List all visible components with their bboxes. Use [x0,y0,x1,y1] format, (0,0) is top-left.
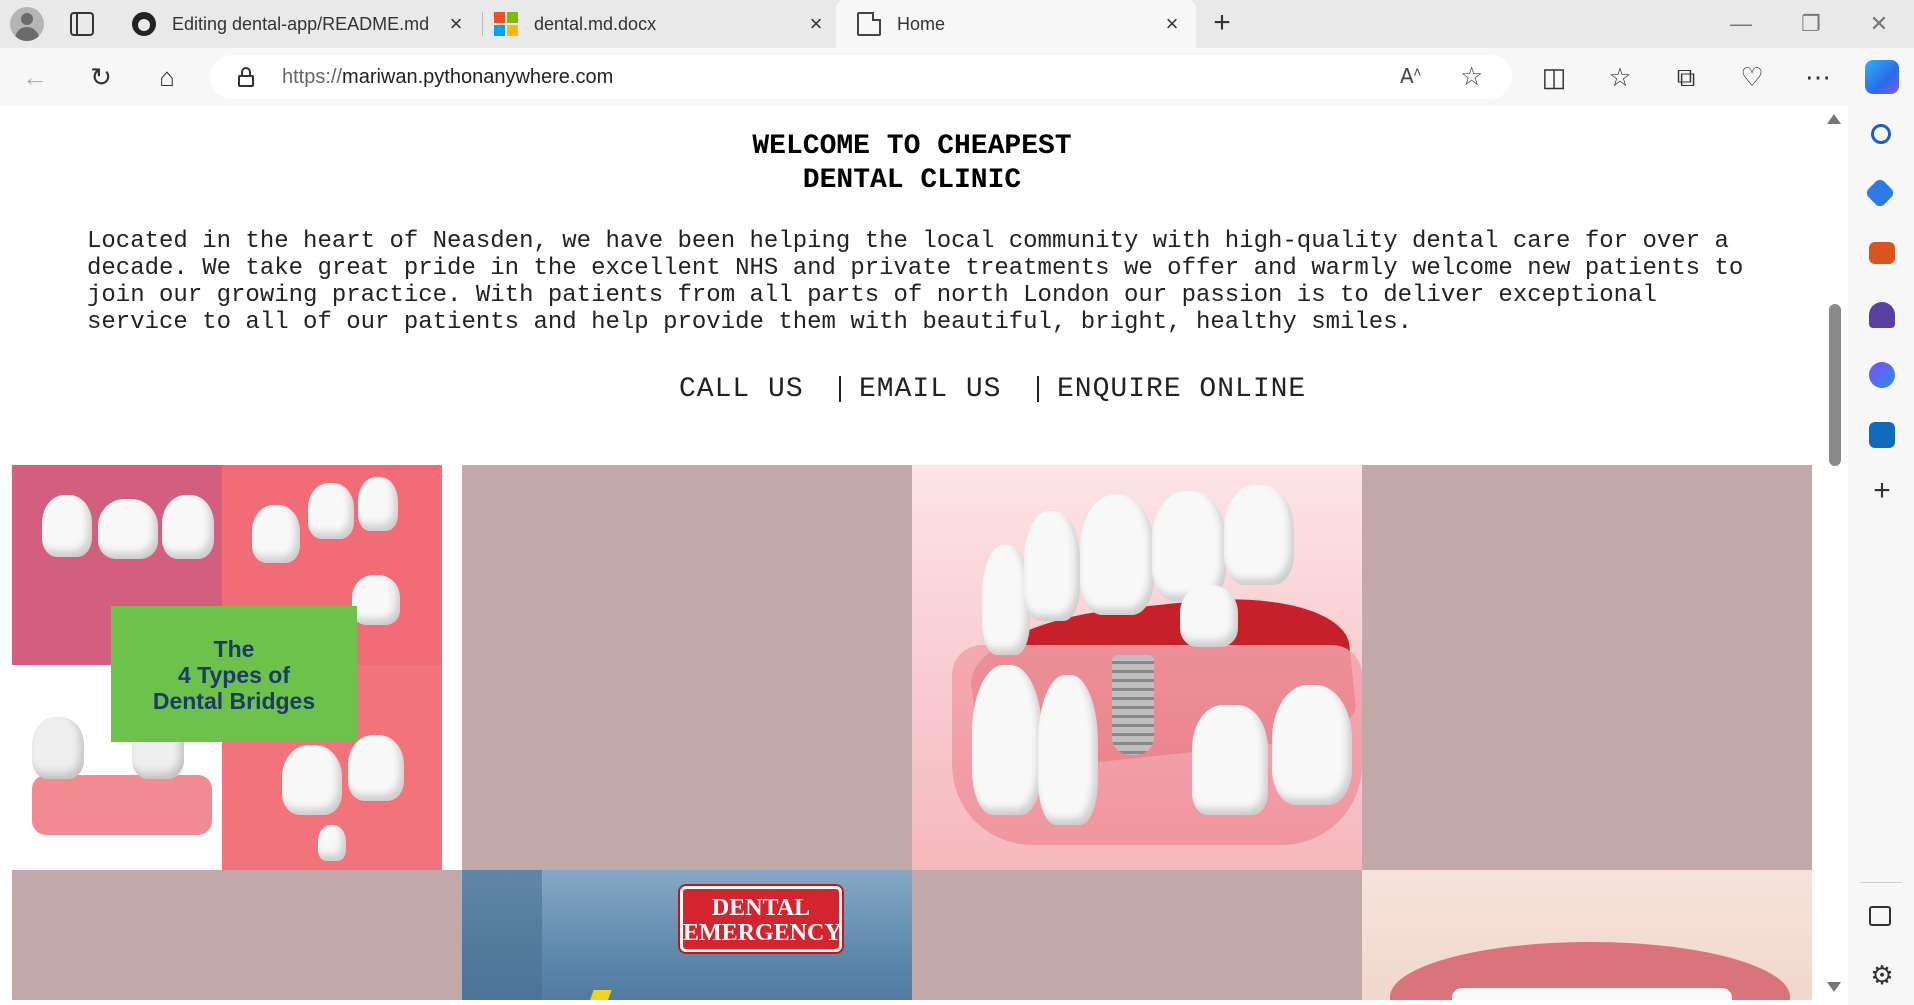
tab-title: Editing dental-app/README.md [172,13,430,34]
browser-toolbar: ← ↻ ⌂ https://mariwan.pythonanywhere.com… [0,48,1914,106]
email-us-link[interactable]: EMAIL US [859,374,1001,405]
gallery-placeholder-tile [12,870,462,1000]
close-icon[interactable]: × [446,13,466,35]
tab-title: dental.md.docx [534,13,657,34]
link-divider [839,376,841,402]
browser-essentials-icon[interactable]: ♡ [1737,62,1767,92]
lock-icon[interactable] [238,67,254,87]
tab-strip: Editing dental-app/README.md × dental.md… [0,0,1914,48]
split-screen-icon[interactable]: ◫ [1539,62,1569,92]
gallery-placeholder-tile [912,870,1362,1000]
teeth-shape [1452,988,1732,1000]
tab-actions-icon[interactable] [70,12,94,36]
scroll-up-arrow-icon[interactable] [1827,114,1841,124]
close-window-icon[interactable]: ✕ [1856,8,1902,40]
page-title-line-1: WELCOME TO CHEAPEST [752,131,1072,162]
sidebar-toggle-icon[interactable] [1869,906,1891,926]
bridges-label-line: The [213,636,255,662]
gallery-placeholder-tile [1362,465,1812,870]
dental-implant-image[interactable] [912,465,1362,870]
bridges-label-line: Dental Bridges [152,688,316,714]
profile-avatar-icon[interactable] [10,7,44,41]
call-us-link[interactable]: CALL US [679,374,804,405]
gallery-grid: The 4 Types of Dental Bridges DENTAL EME… [12,465,1813,1000]
outlook-icon[interactable] [1869,422,1895,448]
tab-readme[interactable]: Editing dental-app/README.md × [132,0,482,48]
address-bar[interactable]: https://mariwan.pythonanywhere.com Aʌ ☆ [210,55,1512,99]
link-divider [1037,376,1039,402]
intro-paragraph: Located in the heart of Neasden, we have… [87,228,1744,336]
new-tab-plus-icon[interactable]: + [1208,8,1236,38]
bridges-label-line: 4 Types of [177,662,291,688]
dental-emergency-sign: DENTAL EMERGENCY [680,886,842,952]
add-plus-icon[interactable]: + [1869,476,1895,506]
scrollbar-thumb[interactable] [1829,304,1841,466]
emergency-label-line: EMERGENCY [683,920,842,946]
page-scrollbar[interactable] [1820,106,1848,1000]
home-icon[interactable]: ⌂ [152,62,182,92]
games-icon[interactable] [1869,302,1895,328]
back-arrow-icon[interactable]: ← [20,62,50,92]
close-icon[interactable]: × [1162,13,1182,35]
minimize-icon[interactable]: — [1718,8,1764,40]
copilot-icon[interactable] [1865,60,1899,94]
favorites-icon[interactable]: ☆ [1605,62,1635,92]
smile-lips-image[interactable] [1362,870,1812,1000]
settings-gear-icon[interactable]: ⚙ [1869,962,1895,988]
edge-sidebar: + ⚙ [1848,106,1914,1005]
dental-bridges-image[interactable]: The 4 Types of Dental Bridges [12,465,462,870]
page-icon [857,12,881,36]
tab-dental-docx[interactable]: dental.md.docx × [494,0,834,48]
microsoft-icon [494,12,518,36]
page-title: WELCOME TO CHEAPEST DENTAL CLINIC [0,130,1820,198]
shopping-tag-icon[interactable] [1864,177,1896,209]
favorite-star-icon[interactable]: ☆ [1460,61,1483,92]
enquire-online-link[interactable]: ENQUIRE ONLINE [1057,374,1306,405]
url-text[interactable]: https://mariwan.pythonanywhere.com [282,55,613,99]
gallery-placeholder-tile [462,465,912,870]
tab-home[interactable]: Home × [836,0,1196,48]
refresh-icon[interactable]: ↻ [86,62,116,92]
emergency-label-line: DENTAL [711,895,811,921]
dental-emergency-image[interactable]: DENTAL EMERGENCY [462,870,912,1000]
close-icon[interactable]: × [806,13,826,35]
search-icon[interactable] [1871,124,1891,144]
read-aloud-icon[interactable]: Aʌ [1400,64,1421,88]
scroll-down-arrow-icon[interactable] [1827,982,1841,992]
restore-icon[interactable]: ❐ [1788,8,1834,40]
tools-icon[interactable] [1869,242,1895,264]
microsoft-365-icon[interactable] [1869,362,1895,388]
dental-bridges-label-box: The 4 Types of Dental Bridges [111,606,357,742]
implant-screw [1112,655,1154,755]
collections-icon[interactable]: ⧉ [1671,62,1701,92]
github-icon [132,12,156,36]
page-title-line-2: DENTAL CLINIC [802,165,1022,196]
more-menu-icon[interactable]: ⋯ [1803,62,1833,92]
tab-title: Home [897,13,946,34]
page-viewport: WELCOME TO CHEAPEST DENTAL CLINIC Locate… [0,106,1820,1000]
